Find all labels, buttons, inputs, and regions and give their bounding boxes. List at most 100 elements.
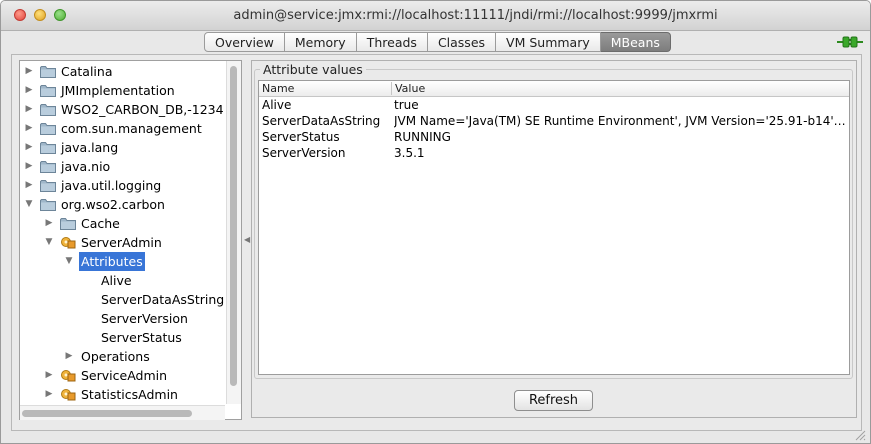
tree-node-label: java.lang [61, 140, 119, 155]
folder-icon [40, 141, 56, 154]
collapsed-arrow-icon[interactable]: ▶ [43, 385, 55, 404]
folder-icon [40, 179, 56, 192]
collapsed-arrow-icon[interactable]: ▶ [63, 347, 75, 366]
tab-bar: Overview Memory Threads Classes VM Summa… [204, 32, 671, 52]
table-row[interactable]: ServerStatus RUNNING [259, 129, 849, 145]
folder-icon [40, 84, 56, 97]
tree-node-label: StatisticsAdmin [81, 387, 178, 402]
tree-node[interactable]: ▶ Cache [20, 214, 225, 233]
tree-node[interactable]: ServerDataAsString [20, 290, 225, 309]
tree-node[interactable]: ServerStatus [20, 328, 225, 347]
collapsed-arrow-icon[interactable]: ▶ [23, 119, 35, 138]
tree-node-label: WSO2_CARBON_DB,-1234 [61, 102, 224, 117]
jconsole-window: admin@service:jmx:rmi://localhost:11111/… [0, 0, 871, 444]
tab-mbeans[interactable]: MBeans [600, 32, 671, 52]
expanded-arrow-icon[interactable]: ▼ [23, 195, 35, 214]
minimize-window-button[interactable] [34, 9, 46, 21]
tree-vertical-scroll-thumb[interactable] [230, 66, 237, 386]
tree-node[interactable]: ▶ com.sun.management [20, 119, 225, 138]
mbean-icon [60, 388, 76, 401]
split-pane-divider[interactable]: ◀ [243, 60, 251, 420]
collapsed-arrow-icon[interactable]: ▶ [23, 176, 35, 195]
folder-icon [40, 122, 56, 135]
tree-node[interactable]: ServerVersion [20, 309, 225, 328]
collapsed-arrow-icon[interactable]: ▶ [23, 62, 35, 81]
tree-node[interactable]: Alive [20, 271, 225, 290]
tree-node-label: ServiceAdmin [81, 368, 168, 383]
tree-node[interactable]: ▶ StatisticsAdmin [20, 385, 225, 404]
table-row[interactable]: ServerDataAsString JVM Name='Java(TM) SE… [259, 113, 849, 129]
tree-node[interactable]: ▶ java.nio [20, 157, 225, 176]
collapsed-arrow-icon[interactable]: ▶ [23, 138, 35, 157]
collapsed-arrow-icon[interactable]: ▶ [43, 366, 55, 385]
expanded-arrow-icon[interactable]: ▼ [63, 252, 75, 271]
tree-node[interactable]: ▶ java.util.logging [20, 176, 225, 195]
collapsed-arrow-icon[interactable]: ▶ [23, 81, 35, 100]
refresh-button[interactable]: Refresh [514, 390, 593, 411]
collapsed-arrow-icon[interactable]: ▶ [23, 100, 35, 119]
tree-node-label: ServerVersion [101, 311, 188, 326]
resize-grip-icon[interactable] [854, 429, 866, 441]
connection-plug-icon[interactable] [837, 34, 863, 50]
zoom-window-button[interactable] [54, 9, 66, 21]
tree-node[interactable]: ▶ Operations [20, 347, 225, 366]
attribute-name: ServerVersion [262, 146, 346, 160]
column-divider[interactable] [391, 82, 392, 95]
tree-node[interactable]: ▶ Catalina [20, 62, 225, 81]
tree-node-label: ServerAdmin [81, 235, 162, 250]
attribute-values-table: Name Value Alive true ServerDataAsString… [258, 80, 850, 375]
tree-node[interactable]: ▼ ServerAdmin [20, 233, 225, 252]
tab-threads[interactable]: Threads [356, 32, 428, 52]
attribute-value[interactable]: 3.5.1 [394, 145, 846, 161]
tree-node-label: ServerDataAsString [101, 292, 225, 307]
tree-horizontal-scroll-thumb[interactable] [22, 410, 192, 417]
attribute-values-title: Attribute values [260, 62, 366, 77]
tree-vertical-scrollbar[interactable] [226, 61, 241, 404]
collapsed-arrow-icon[interactable]: ▶ [43, 214, 55, 233]
tree-node-label: Operations [81, 349, 150, 364]
mbean-icon [60, 369, 76, 382]
tree-node[interactable]: ▶ java.lang [20, 138, 225, 157]
tree-node-label: Cache [81, 216, 120, 231]
tree-node-label: java.nio [61, 159, 111, 174]
tab-classes[interactable]: Classes [427, 32, 497, 52]
folder-icon [40, 103, 56, 116]
attribute-value[interactable]: JVM Name='Java(TM) SE Runtime Environmen… [394, 113, 846, 129]
folder-icon [60, 217, 76, 230]
tab-overview[interactable]: Overview [204, 32, 285, 52]
column-header-value[interactable]: Value [395, 82, 425, 95]
attribute-name: Alive [262, 98, 292, 112]
tree-node-label: java.util.logging [61, 178, 162, 193]
tree-node-label: org.wso2.carbon [61, 197, 165, 212]
table-header: Name Value [259, 81, 849, 97]
tree-horizontal-scrollbar[interactable] [20, 405, 225, 420]
tree-node-label: ServerStatus [101, 330, 182, 345]
tab-memory[interactable]: Memory [284, 32, 357, 52]
tree-node-label: Attributes [79, 252, 145, 271]
tree-node-label: JMImplementation [61, 83, 175, 98]
folder-icon [40, 65, 56, 78]
table-row[interactable]: ServerVersion 3.5.1 [259, 145, 849, 161]
tree-node-label: com.sun.management [61, 121, 202, 136]
attribute-name: ServerStatus [262, 130, 340, 144]
expanded-arrow-icon[interactable]: ▼ [43, 233, 55, 252]
table-row[interactable]: Alive true [259, 97, 849, 113]
divider-grip-icon: ◀ [244, 235, 251, 244]
tree-node[interactable]: ▼ Attributes [20, 252, 225, 271]
mbean-icon [60, 236, 76, 249]
attribute-value[interactable]: RUNNING [394, 129, 846, 145]
attribute-value[interactable]: true [394, 97, 846, 113]
attribute-name: ServerDataAsString [262, 114, 381, 128]
tree-node[interactable]: ▼ org.wso2.carbon [20, 195, 225, 214]
tree-node[interactable]: ▶ WSO2_CARBON_DB,-1234 [20, 100, 225, 119]
title-bar[interactable]: admin@service:jmx:rmi://localhost:11111/… [1, 1, 870, 31]
tree-node[interactable]: ▶ JMImplementation [20, 81, 225, 100]
folder-icon [40, 198, 56, 211]
window-title: admin@service:jmx:rmi://localhost:11111/… [233, 8, 718, 23]
close-window-button[interactable] [14, 9, 26, 21]
column-header-name[interactable]: Name [262, 82, 294, 95]
collapsed-arrow-icon[interactable]: ▶ [23, 157, 35, 176]
tab-vm-summary[interactable]: VM Summary [496, 32, 601, 52]
tree-node-label: Alive [101, 273, 132, 288]
tree-node[interactable]: ▶ ServiceAdmin [20, 366, 225, 385]
